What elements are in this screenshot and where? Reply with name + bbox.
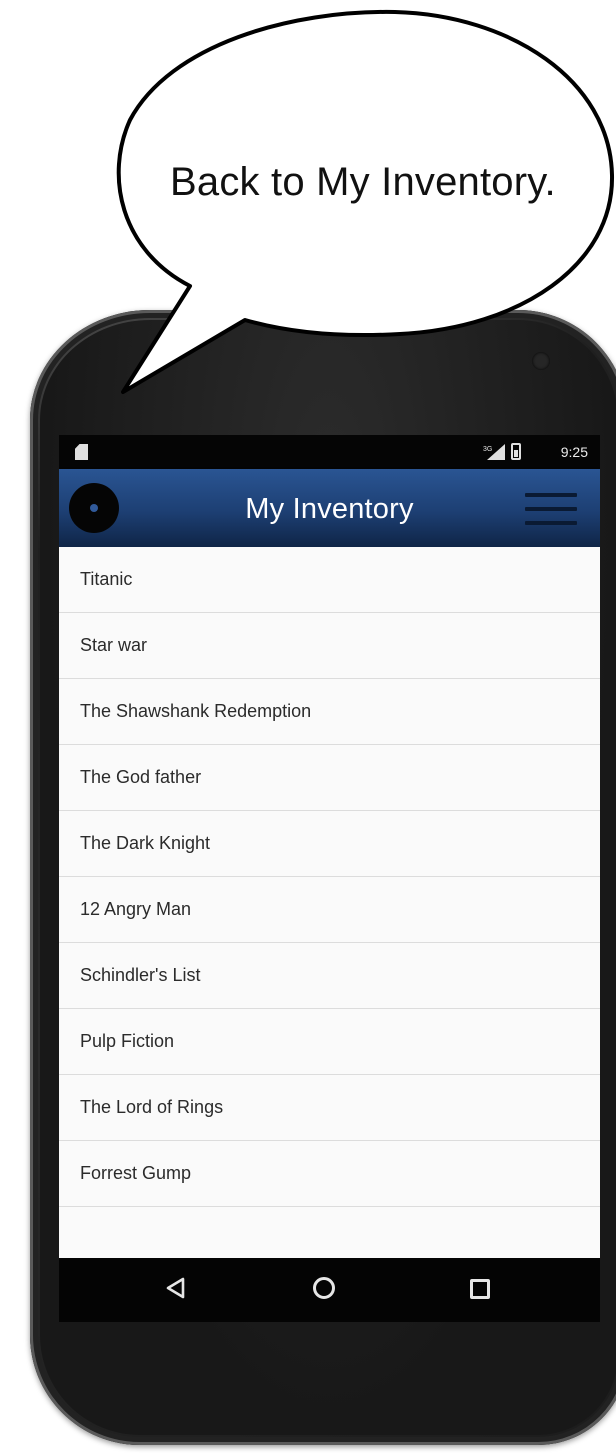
list-item[interactable]: The God father <box>59 745 600 811</box>
list-item-label: The God father <box>80 767 202 787</box>
list-item-label: 12 Angry Man <box>80 899 192 919</box>
list-item[interactable]: 12 Angry Man <box>59 877 600 943</box>
list-item[interactable]: The Lord of Rings <box>59 1075 600 1141</box>
callout-text: Back to My Inventory. <box>170 160 556 204</box>
hamburger-menu-icon[interactable] <box>525 493 577 525</box>
list-item[interactable]: Star war <box>59 613 600 679</box>
battery-icon <box>511 443 521 460</box>
status-bar: 3G 9:25 <box>59 435 600 469</box>
list-item[interactable]: Schindler's List <box>59 943 600 1009</box>
list-item-label: Pulp Fiction <box>80 1031 175 1051</box>
stage: 3G 9:25 My Inventory Titanic Star war Th… <box>0 0 616 1453</box>
menu-bar-line <box>525 507 577 511</box>
status-time: 9:25 <box>560 444 588 460</box>
list-item[interactable]: The Shawshank Redemption <box>59 679 600 745</box>
list-item-label: Titanic <box>80 569 133 589</box>
list-item[interactable]: Forrest Gump <box>59 1141 600 1207</box>
sd-card-icon <box>75 444 88 460</box>
list-item-label: The Shawshank Redemption <box>80 701 312 721</box>
list-item-label: Star war <box>80 635 148 655</box>
inventory-list: Titanic Star war The Shawshank Redemptio… <box>59 547 600 1273</box>
menu-bar-line <box>525 493 577 497</box>
list-item[interactable]: Titanic <box>59 547 600 613</box>
list-item-label: Forrest Gump <box>80 1163 192 1183</box>
page-title: My Inventory <box>245 493 414 525</box>
back-triangle-icon[interactable] <box>164 1276 188 1300</box>
list-item-label: The Lord of Rings <box>80 1097 224 1117</box>
speech-bubble <box>116 9 615 394</box>
phone-screen: 3G 9:25 My Inventory Titanic Star war Th… <box>59 435 600 1322</box>
list-item[interactable]: Pulp Fiction <box>59 1009 600 1075</box>
list-item-label: The Dark Knight <box>80 833 211 853</box>
menu-bar-line <box>525 521 577 525</box>
network-type-label: 3G <box>483 446 492 453</box>
list-item[interactable]: The Dark Knight <box>59 811 600 877</box>
signal-strength-icon: 3G <box>483 444 505 460</box>
navigation-bar <box>59 1258 600 1322</box>
recents-square-icon[interactable] <box>470 1279 490 1299</box>
app-bar: My Inventory <box>59 469 600 547</box>
list-item-label: Schindler's List <box>80 965 201 985</box>
home-circle-icon[interactable] <box>313 1277 335 1299</box>
